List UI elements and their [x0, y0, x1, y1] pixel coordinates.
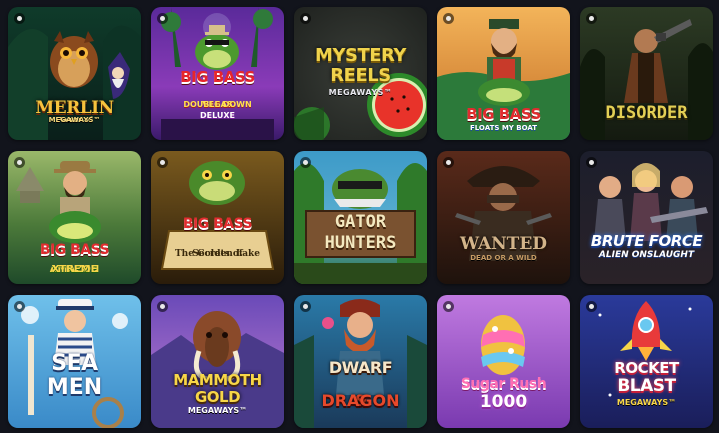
game-edition: DELUXE [199, 111, 236, 120]
provider-badge-icon [586, 301, 597, 312]
game-title: ROCKET [614, 359, 679, 377]
game-tile-wanted-dead-or-a-wild[interactable]: WANTED DEAD OR A WILD [437, 151, 570, 284]
game-title: WANTED [459, 234, 548, 254]
provider-badge-icon [14, 301, 25, 312]
game-tile-big-bass-amazon-xtreme[interactable]: BIG BASS AMAZON XTREME [8, 151, 141, 284]
game-subtitle: 1000 [479, 392, 528, 412]
game-subtitle: MEGAWAYS™ [187, 406, 248, 415]
game-title: BIG BASS [180, 68, 255, 86]
game-title: GATOR [334, 212, 387, 232]
game-title: Sugar Rush [460, 376, 547, 392]
game-title: BIG BASS [182, 216, 253, 232]
game-title: BRUTE FORCE [590, 232, 703, 250]
game-tile-dwarf-and-dragon[interactable]: DWARF & DRAGON [294, 295, 427, 428]
game-title: BIG BASS [466, 105, 541, 123]
game-tile-gator-hunters[interactable]: GATOR HUNTERS [294, 151, 427, 284]
game-title-line2: BLAST [617, 376, 676, 396]
game-title-line2: GOLD [194, 388, 241, 406]
game-tile-power-of-merlin-megaways[interactable]: Power of MERLIN MEGAWAYS™ [8, 7, 141, 140]
game-artwork [580, 151, 713, 284]
game-title: DISORDER [605, 103, 688, 123]
game-subtitle: HUNTERS [324, 233, 397, 253]
game-tile-big-bass-secrets-of-the-golden-lake[interactable]: BIG BASS Secrets of The Golden Lake [151, 151, 284, 284]
game-title: MERLIN [35, 98, 114, 118]
game-title-line2: REELS [330, 65, 391, 86]
game-subtitle: MEN [46, 375, 103, 400]
game-tile-rocket-blast-megaways[interactable]: ROCKET BLAST MEGAWAYS™ [580, 295, 713, 428]
provider-badge-icon [443, 157, 454, 168]
game-subtitle: MEGAWAYS™ [48, 116, 101, 124]
provider-badge-icon [14, 157, 25, 168]
provider-badge-icon [157, 157, 168, 168]
game-tile-sugar-rush-1000[interactable]: Sugar Rush 1000 [437, 295, 570, 428]
game-tile-big-bass-vegas-double-down-deluxe[interactable]: BIG BASS VEGAS DOUBLE DOWN DELUXE [151, 7, 284, 140]
provider-badge-icon [443, 13, 454, 24]
game-title: MAMMOTH [173, 371, 262, 389]
game-tile-disorder[interactable]: DISORDER [580, 7, 713, 140]
provider-badge-icon [586, 157, 597, 168]
game-subtitle: DEAD OR A WILD [470, 254, 537, 262]
provider-badge-icon [14, 13, 25, 24]
provider-badge-icon [157, 13, 168, 24]
game-tile-brute-force-alien-onslaught[interactable]: BRUTE FORCE ALIEN ONSLAUGHT [580, 151, 713, 284]
game-subtitle: XTREME [51, 264, 98, 275]
game-subtitle: MEGAWAYS™ [328, 88, 393, 97]
provider-badge-icon [586, 13, 597, 24]
provider-badge-icon [157, 301, 168, 312]
game-tile-sea-men[interactable]: SEA MEN [8, 295, 141, 428]
game-subtitle: ALIEN ONSLAUGHT [598, 250, 695, 260]
game-title: MYSTERY [315, 45, 406, 66]
game-title: BIG BASS [39, 242, 110, 258]
game-subtitle: DRAGON [321, 391, 400, 410]
game-subtitle: DOUBLE DOWN [183, 100, 252, 109]
game-grid: Power of MERLIN MEGAWAYS™ BIG BASS VEGAS… [8, 7, 713, 428]
game-tile-mammoth-gold-megaways[interactable]: MAMMOTH GOLD MEGAWAYS™ [151, 295, 284, 428]
game-artwork [437, 151, 570, 284]
provider-badge-icon [300, 301, 311, 312]
game-tile-big-bass-floats-my-boat[interactable]: BIG BASS FLOATS MY BOAT [437, 7, 570, 140]
game-tile-mystery-reels-megaways[interactable]: MYSTERY REELS MEGAWAYS™ [294, 7, 427, 140]
provider-badge-icon [300, 13, 311, 24]
provider-badge-icon [300, 157, 311, 168]
game-subtitle: The Golden Lake [174, 249, 261, 259]
game-subtitle: FLOATS MY BOAT [469, 124, 538, 132]
game-title: DWARF [328, 358, 393, 377]
game-title: SEA [51, 351, 98, 376]
provider-badge-icon [443, 301, 454, 312]
game-subtitle: MEGAWAYS™ [616, 398, 677, 407]
